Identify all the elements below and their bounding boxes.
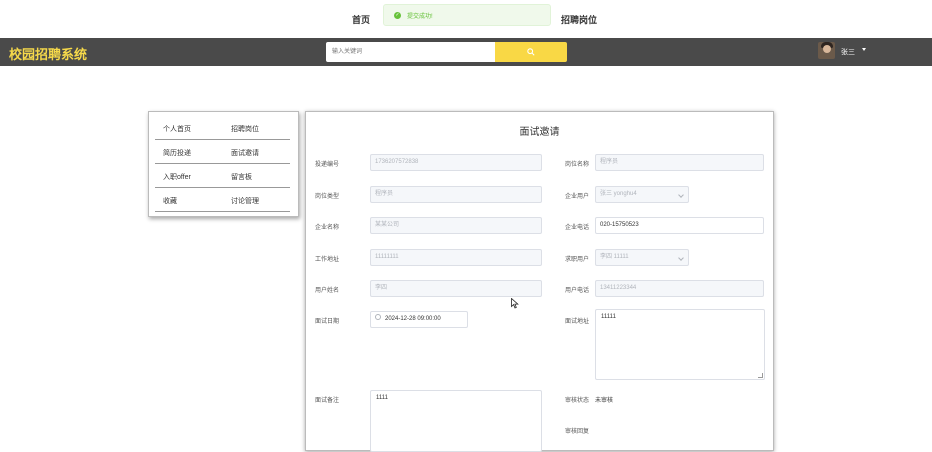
menu-row: 简历投递 面试邀请 xyxy=(155,140,290,164)
label-work-address: 工作地址 xyxy=(314,257,339,263)
label-report-no: 投递编号 xyxy=(314,162,339,168)
avatar[interactable] xyxy=(818,42,835,59)
menu-row: 个人首页 招聘岗位 xyxy=(155,116,290,140)
menu-item-offer[interactable]: 入职offer xyxy=(163,172,191,182)
search-icon xyxy=(527,48,535,56)
nav-jobs[interactable]: 招聘岗位 xyxy=(561,13,597,26)
user-name-field[interactable]: 李四 xyxy=(370,280,542,297)
job-type-field[interactable]: 程序员 xyxy=(370,186,542,203)
interview-form-panel: 面试邀请 投递编号 1736207572838 岗位名称 程序员 岗位类型 程序… xyxy=(305,111,774,452)
chevron-down-icon[interactable] xyxy=(862,48,866,51)
interview-address-textarea[interactable]: 11111 xyxy=(595,309,765,380)
interview-address-value: 11111 xyxy=(601,314,616,320)
chevron-down-icon xyxy=(678,192,684,198)
review-status-value: 未审核 xyxy=(595,398,614,404)
menu-item-jobs[interactable]: 招聘岗位 xyxy=(231,124,259,134)
label-user-name: 用户姓名 xyxy=(314,288,339,294)
label-company-user: 企业用户 xyxy=(564,194,589,200)
menu-item-interview[interactable]: 面试邀请 xyxy=(231,148,259,158)
label-user-phone: 用户电话 xyxy=(564,288,589,294)
toast-message: 提交成功! xyxy=(407,13,433,20)
menu-item-resume[interactable]: 简历投递 xyxy=(163,148,191,158)
menu-row: 入职offer 留言板 xyxy=(155,164,290,188)
company-user-select[interactable]: 张三 yonghu4 xyxy=(595,186,689,203)
label-job-type: 岗位类型 xyxy=(314,194,339,200)
company-phone-field[interactable]: 020-15750523 xyxy=(595,217,764,234)
search-button[interactable] xyxy=(495,42,567,62)
nav-home[interactable]: 首页 xyxy=(352,13,370,26)
username[interactable]: 张三 xyxy=(841,47,855,57)
resize-handle-icon[interactable] xyxy=(758,373,763,378)
work-address-field[interactable]: 11111111 xyxy=(370,249,542,266)
interview-date-value: 2024-12-28 09:00:00 xyxy=(385,316,441,322)
menu-item-discussions[interactable]: 讨论管理 xyxy=(231,196,259,206)
interview-date-picker[interactable]: 2024-12-28 09:00:00 xyxy=(370,311,468,328)
label-review-status: 审核状态 xyxy=(564,398,589,404)
check-circle-icon: ✓ xyxy=(394,11,401,19)
applicant-user-select[interactable]: 李四 11111 xyxy=(595,249,689,266)
label-applicant-user: 求职用户 xyxy=(564,257,589,263)
report-no-field[interactable]: 1736207572838 xyxy=(370,154,542,171)
label-interview-note: 面试备注 xyxy=(314,398,339,404)
page-title: 面试邀请 xyxy=(519,127,560,138)
menu-item-profile[interactable]: 个人首页 xyxy=(163,124,191,134)
label-interview-date: 面试日期 xyxy=(314,319,339,325)
label-company-name: 企业名称 xyxy=(314,225,339,231)
company-user-value: 张三 yonghu4 xyxy=(600,191,637,197)
label-job-name: 岗位名称 xyxy=(564,162,589,168)
user-phone-field[interactable]: 13411223344 xyxy=(595,280,764,297)
mouse-cursor-icon xyxy=(511,298,519,309)
menu-item-messages[interactable]: 留言板 xyxy=(231,172,252,182)
clock-icon xyxy=(375,314,381,321)
search-input[interactable] xyxy=(326,42,495,62)
label-review-reply: 审核回复 xyxy=(564,429,589,435)
menu-item-favorites[interactable]: 收藏 xyxy=(163,196,177,206)
company-name-field[interactable]: 某某公司 xyxy=(370,217,542,234)
label-interview-address: 面试地址 xyxy=(564,319,589,325)
menu-row: 收藏 讨论管理 xyxy=(155,188,290,212)
chevron-down-icon xyxy=(678,255,684,261)
job-name-field[interactable]: 程序员 xyxy=(595,154,764,171)
header-bar: 校园招聘系统 张三 xyxy=(0,38,932,66)
interview-note-value: 1111 xyxy=(376,395,389,401)
applicant-user-value: 李四 11111 xyxy=(600,254,629,260)
sidebar-menu: 个人首页 招聘岗位 简历投递 面试邀请 入职offer 留言板 收藏 讨论管理 xyxy=(148,111,299,217)
site-logo[interactable]: 校园招聘系统 xyxy=(9,44,87,63)
label-company-phone: 企业电话 xyxy=(564,225,589,231)
success-toast: ✓ 提交成功! xyxy=(383,4,551,26)
